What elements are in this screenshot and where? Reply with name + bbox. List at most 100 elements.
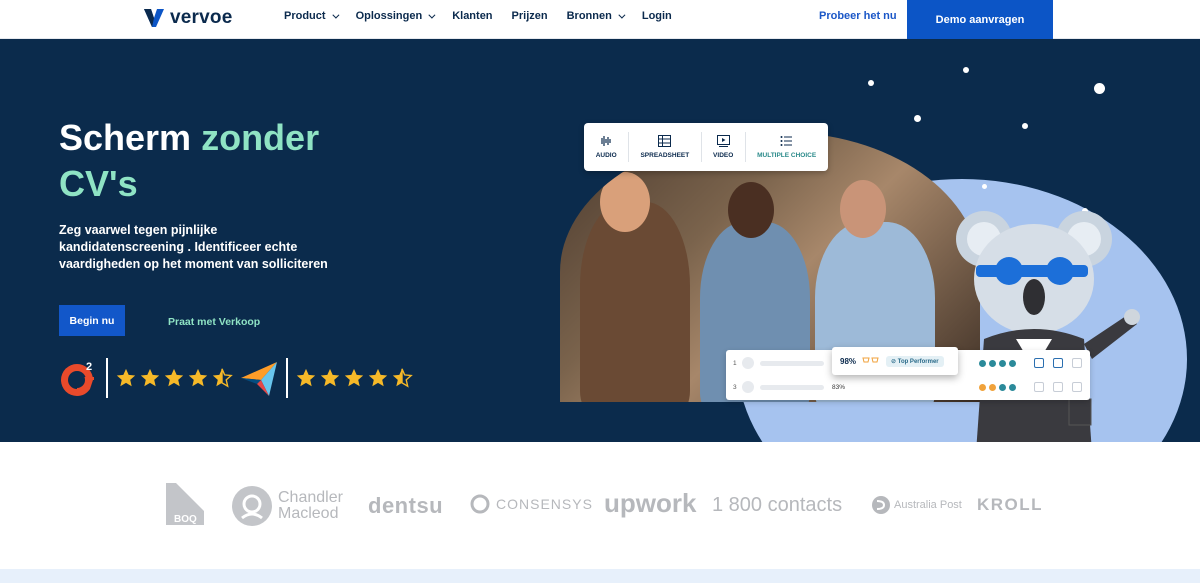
menu-label: Login <box>641 10 672 22</box>
avatar <box>742 381 754 393</box>
menu-label: Klanten <box>452 10 493 22</box>
type-video[interactable]: VIDEO <box>713 135 733 159</box>
more-icon[interactable] <box>1072 382 1082 392</box>
candidate-row: 3 83% <box>726 376 1090 398</box>
type-label: AUDIO <box>595 152 617 159</box>
top-navigation: vervoe Product Oplossingen Klanten Prijz… <box>0 0 1200 39</box>
person-man-right-head <box>840 180 886 238</box>
client-logo-upwork: upwork <box>604 488 697 518</box>
name-placeholder-bar <box>760 384 824 390</box>
client-logo-1800contacts: 1 800 contacts <box>712 494 843 516</box>
more-icon[interactable] <box>1072 358 1082 368</box>
menu-item-oplossingen[interactable]: Oplossingen <box>355 10 436 22</box>
try-now-link[interactable]: Probeer het nu <box>819 10 897 22</box>
star-icon <box>344 368 364 387</box>
star-icon <box>320 368 340 387</box>
chevron-down-icon <box>428 11 436 19</box>
capterra-logo-icon <box>241 362 277 396</box>
g2-logo-icon: 2 <box>61 361 94 398</box>
sky-dot <box>1094 83 1105 94</box>
menu-item-login[interactable]: Login <box>642 10 672 22</box>
star-icon <box>116 368 136 387</box>
badge-label: Top Performer <box>897 358 939 365</box>
star-icon <box>296 368 316 387</box>
trophy-icon <box>862 357 879 363</box>
menu-label: Oplossingen <box>355 10 423 22</box>
menu-item-bronnen[interactable]: Bronnen <box>566 10 626 22</box>
top-performer-popup: 98% ⊘ Top Performer <box>832 347 958 375</box>
star-icon <box>368 368 388 387</box>
divider <box>628 132 630 162</box>
row-rank: 3 <box>733 383 737 391</box>
spreadsheet-icon <box>658 135 672 147</box>
type-label: MULTIPLE CHOICE <box>757 152 817 159</box>
comment-icon[interactable] <box>1053 358 1063 368</box>
type-audio[interactable]: AUDIO <box>596 135 617 159</box>
divider <box>286 358 288 398</box>
avatar <box>742 357 754 369</box>
sky-dot <box>914 115 921 122</box>
sky-dot <box>868 80 874 86</box>
hero-section: Scherm zonder CV's Zeg vaarwel tegen pij… <box>0 39 1200 442</box>
client-logo-boq: BOQ <box>166 483 204 525</box>
capterra-stars <box>295 367 413 389</box>
person-woman <box>580 202 690 402</box>
divider <box>700 132 702 162</box>
star-icon <box>188 368 208 387</box>
comment-icon[interactable] <box>1053 382 1063 392</box>
person-woman-head <box>600 172 650 232</box>
request-demo-button[interactable]: Demo aanvragen <box>907 0 1053 39</box>
start-now-button[interactable]: Begin nu <box>59 305 125 336</box>
row-actions <box>1034 358 1082 368</box>
divider <box>106 358 108 398</box>
bookmark-icon[interactable] <box>1034 382 1044 392</box>
type-spreadsheet[interactable]: SPREADSHEET <box>640 135 689 159</box>
g2-stars <box>115 367 233 389</box>
client-logo-boq-text: BOQ <box>174 514 197 525</box>
menu-label: Product <box>284 10 326 22</box>
person-man-center-head <box>728 182 774 238</box>
type-label: VIDEO <box>713 152 734 159</box>
skill-dots <box>979 383 1016 391</box>
logo-text: vervoe <box>170 7 233 28</box>
next-section-edge <box>0 569 1200 583</box>
sky-dot <box>963 67 969 73</box>
chevron-down-icon <box>618 11 626 19</box>
client-logo-chandler-macleod: Chandler Macleod <box>232 486 358 526</box>
client-logo-australia-post: Australia Post <box>872 496 962 514</box>
menu-item-klanten[interactable]: Klanten <box>452 10 492 22</box>
skill-dots <box>979 359 1016 367</box>
client-logo-kroll: KROLL <box>977 495 1044 514</box>
type-label: SPREADSHEET <box>640 152 690 159</box>
type-multiple-choice[interactable]: MULTIPLE CHOICE <box>757 135 816 159</box>
client-logo-consensys: CONSENSYS <box>470 494 593 514</box>
menu-item-product[interactable]: Product <box>284 10 340 22</box>
vervoe-logo-icon <box>144 9 164 27</box>
menu-label: Prijzen <box>511 10 548 22</box>
star-icon <box>140 368 160 387</box>
vervoe-logo[interactable]: vervoe <box>144 6 232 30</box>
sky-dot <box>1022 123 1028 129</box>
client-logo-australia-post-text: Australia Post <box>894 499 962 511</box>
client-logo-chandler-macleod-text: Chandler Macleod <box>278 489 343 522</box>
sky-dot <box>982 184 987 189</box>
talk-to-sales-link[interactable]: Praat met Verkoop <box>168 316 260 328</box>
client-logos-strip: BOQ Chandler Macleod dentsu CONSENSYS up… <box>0 442 1200 569</box>
menu-item-prijzen[interactable]: Prijzen <box>512 10 548 22</box>
menu-label: Bronnen <box>566 10 612 22</box>
status-badge: ⊘ Top Performer <box>886 355 944 367</box>
hero-title-accent-2: CV's <box>59 163 138 204</box>
divider <box>744 132 746 162</box>
hero-lead: Zeg vaarwel tegen pijnlijke kandidatensc… <box>59 223 328 271</box>
koala-mascot <box>956 211 1140 442</box>
ratings-bar: 2 <box>59 357 413 399</box>
half-star-icon <box>392 368 413 388</box>
row-score: 83% <box>832 383 846 391</box>
bookmark-icon[interactable] <box>1034 358 1044 368</box>
row-actions <box>1034 382 1082 392</box>
list-icon <box>780 136 793 146</box>
video-icon <box>716 135 730 147</box>
hero-title-part1: Scherm <box>59 117 202 158</box>
client-logo-consensys-text: CONSENSYS <box>496 496 593 512</box>
hero-title-accent: zonder <box>201 117 320 158</box>
